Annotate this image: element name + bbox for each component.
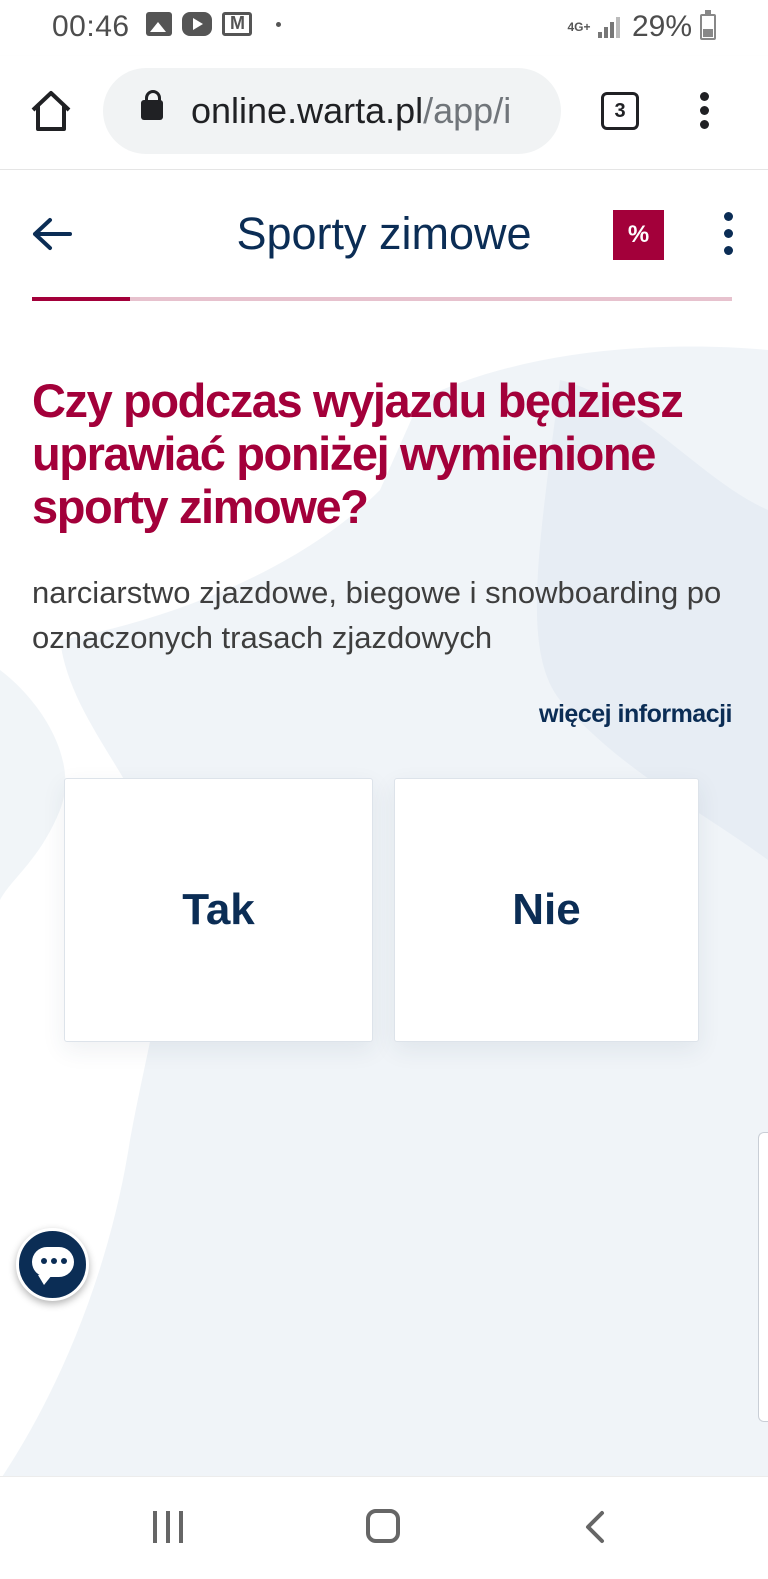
option-no-label: Nie	[512, 885, 581, 934]
gmail-icon	[222, 12, 252, 36]
status-right: 4G+ 29%	[566, 10, 716, 44]
question-title: Czy podczas wyjazdu będziesz uprawiać po…	[32, 374, 684, 533]
url-text: online.warta.pl/app/i	[191, 90, 511, 132]
home-icon[interactable]	[28, 88, 74, 134]
side-feedback-tab[interactable]	[758, 1132, 768, 1422]
page-content: Sporty zimowe % Czy podczas wyjazdu będz…	[0, 170, 768, 1476]
system-navigation-bar	[0, 1476, 768, 1579]
url-path: /app/i	[423, 90, 512, 131]
notification-icons	[146, 12, 281, 36]
progress-bar	[32, 297, 732, 301]
tab-switcher-button[interactable]: 3	[601, 92, 639, 130]
youtube-icon	[182, 12, 212, 36]
battery-percent: 29%	[631, 10, 692, 43]
app-header: Sporty zimowe %	[0, 170, 768, 304]
url-domain: online.warta.pl	[191, 90, 424, 131]
option-no-button[interactable]: Nie	[394, 778, 699, 1042]
discount-button[interactable]: %	[613, 210, 664, 260]
recent-apps-icon[interactable]	[153, 1511, 183, 1543]
question-description: narciarstwo zjazdowe, biegowe i snowboar…	[32, 575, 722, 655]
more-vertical-icon[interactable]	[722, 212, 734, 256]
battery-icon	[700, 10, 716, 40]
menu-dots-icon[interactable]	[698, 92, 710, 132]
address-bar[interactable]: online.warta.pl/app/i	[103, 68, 561, 154]
status-time: 00:46	[52, 10, 130, 43]
chat-button[interactable]	[16, 1228, 89, 1301]
gallery-icon	[146, 12, 172, 36]
back-icon[interactable]	[580, 1509, 610, 1545]
lock-icon	[141, 90, 163, 120]
option-yes-button[interactable]: Tak	[64, 778, 373, 1042]
more-info-link[interactable]: więcej informacji	[539, 700, 732, 729]
status-bar: 00:46 4G+ 29%	[0, 0, 768, 56]
chat-bubble-icon	[32, 1247, 74, 1285]
network-type: 4G+	[567, 19, 591, 34]
dot-icon	[276, 21, 281, 27]
browser-toolbar: online.warta.pl/app/i 3	[0, 56, 768, 170]
signal-icon	[597, 16, 620, 38]
progress-fill	[32, 297, 130, 301]
home-button-icon[interactable]	[366, 1509, 400, 1543]
option-yes-label: Tak	[182, 885, 255, 934]
